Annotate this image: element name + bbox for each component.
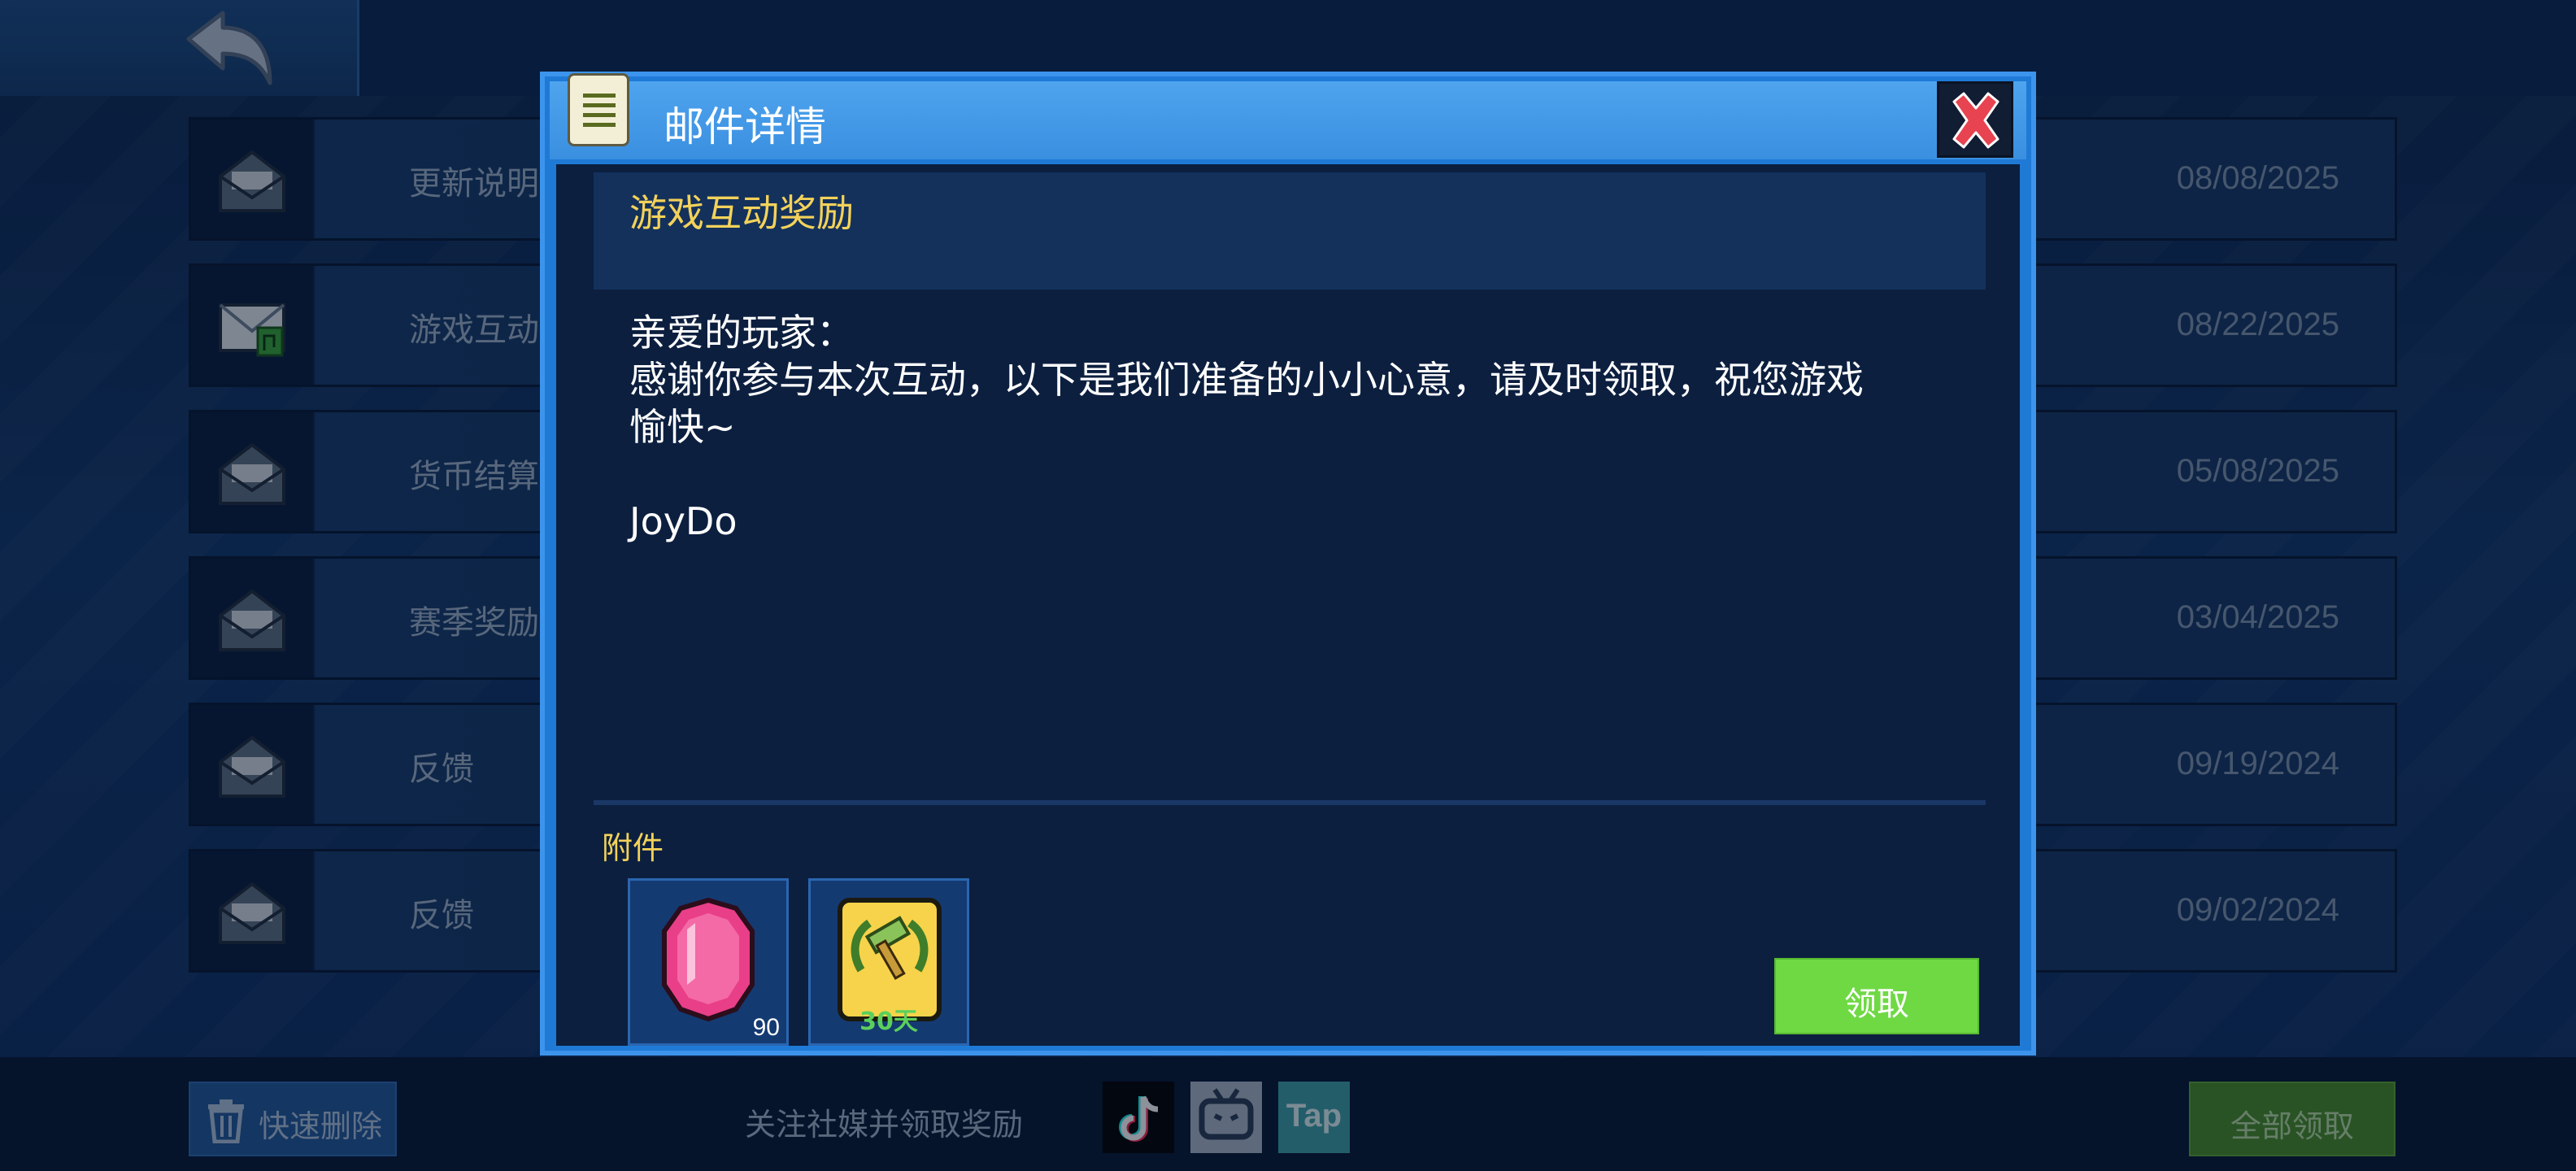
close-button[interactable] (1937, 81, 2013, 158)
close-icon (1952, 92, 1999, 149)
claim-label: 领取 (1844, 986, 1909, 1023)
mail-detail-dialog: 邮件详情 游戏互动奖励 亲爱的玩家： 感谢你参与本次互动，以下是我们准备的小小心… (540, 72, 2036, 1056)
divider (594, 800, 1986, 805)
dialog-title: 邮件详情 (664, 103, 826, 150)
attachments-label: 附件 (602, 830, 664, 866)
dialog-header: 邮件详情 (550, 73, 2026, 159)
dialog-body: 游戏互动奖励 亲爱的玩家： 感谢你参与本次互动，以下是我们准备的小小心意，请及时… (556, 164, 2020, 1046)
subject-bar: 游戏互动奖励 (594, 172, 1986, 289)
attachment-quantity: 90 (752, 1014, 780, 1041)
document-icon (568, 73, 629, 146)
attachment-item[interactable]: 30天 (808, 878, 969, 1046)
claim-button[interactable]: 领取 (1774, 958, 1979, 1034)
mail-message: 亲爱的玩家： 感谢你参与本次互动，以下是我们准备的小小心意，请及时领取，祝您游戏… (629, 311, 1864, 543)
attachment-duration-badge: 30天 (859, 1008, 918, 1036)
mail-subject: 游戏互动奖励 (629, 191, 854, 235)
attachment-item[interactable]: 90 (628, 878, 789, 1046)
